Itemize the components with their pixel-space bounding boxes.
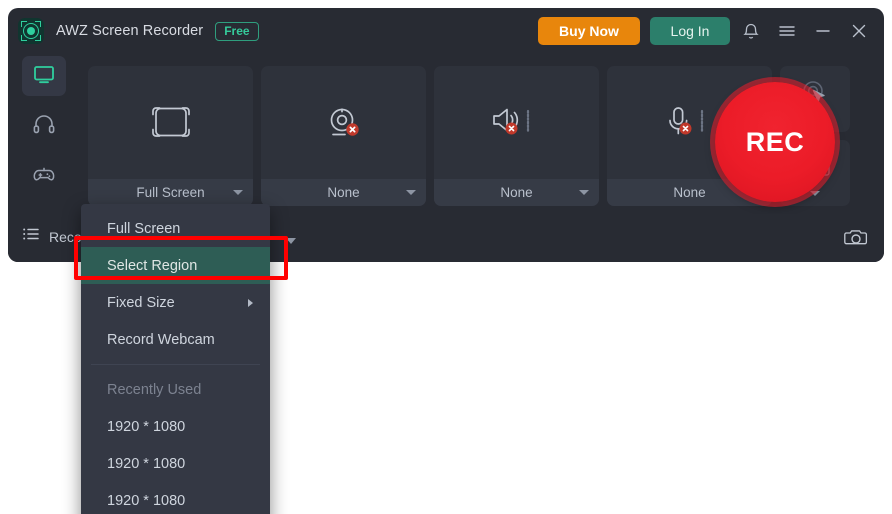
menu-item-recent-1[interactable]: 1920 * 1080	[81, 408, 270, 445]
webcam-dropdown[interactable]: None	[261, 179, 426, 206]
chevron-down-icon	[810, 191, 820, 196]
menu-item-recent-2[interactable]: 1920 * 1080	[81, 445, 270, 482]
list-icon	[22, 226, 40, 247]
app-logo-icon	[18, 18, 44, 44]
buy-now-button[interactable]: Buy Now	[538, 17, 640, 45]
screen-capture-dropdown-menu: Full Screen Select Region Fixed Size Rec…	[81, 204, 270, 514]
screenshot-root: AWZ Screen Recorder Free Buy Now Log In	[0, 0, 892, 514]
crop-frame-icon	[88, 66, 253, 179]
panel-system-sound: None	[434, 66, 599, 206]
webcam-value: None	[327, 185, 360, 200]
gamepad-icon	[31, 161, 57, 192]
minimize-icon[interactable]	[808, 16, 838, 46]
menu-divider	[91, 364, 260, 365]
menu-item-label: Select Region	[107, 257, 198, 274]
microphone-value: None	[673, 185, 706, 200]
menu-item-full-screen[interactable]: Full Screen	[81, 210, 270, 247]
record-mode-chevron-down-icon[interactable]	[286, 238, 296, 244]
menu-item-label: 1920 * 1080	[107, 418, 186, 435]
system-sound-dropdown[interactable]: None	[434, 179, 599, 206]
screen-capture-dropdown[interactable]: Full Screen	[88, 179, 253, 206]
sidebar-item-audio-recorder[interactable]	[22, 106, 66, 146]
app-title: AWZ Screen Recorder	[56, 23, 204, 39]
system-sound-value: None	[500, 185, 533, 200]
menu-item-recent-3[interactable]: 1920 * 1080	[81, 482, 270, 514]
hamburger-menu-icon[interactable]	[772, 16, 802, 46]
free-badge: Free	[215, 21, 259, 41]
bell-icon[interactable]	[736, 16, 766, 46]
headphones-icon	[31, 111, 57, 142]
screen-capture-value: Full Screen	[136, 185, 205, 200]
sidebar-item-game-recorder[interactable]	[22, 156, 66, 196]
camera-icon[interactable]	[844, 226, 870, 250]
chevron-down-icon	[233, 190, 243, 195]
menu-item-fixed-size[interactable]: Fixed Size	[81, 284, 270, 321]
menu-section-label: Recently Used	[107, 381, 202, 398]
log-in-button[interactable]: Log In	[650, 17, 730, 45]
close-icon[interactable]	[844, 16, 874, 46]
chevron-down-icon	[406, 190, 416, 195]
webcam-disabled-icon	[261, 66, 426, 179]
menu-section-recently-used: Recently Used	[81, 371, 270, 408]
menu-item-label: 1920 * 1080	[107, 455, 186, 472]
speaker-disabled-icon	[434, 66, 599, 179]
sidebar-item-screen-recorder[interactable]	[22, 56, 66, 96]
monitor-icon	[31, 61, 57, 92]
menu-item-select-region[interactable]: Select Region	[81, 247, 270, 284]
panel-screen-capture: Full Screen	[88, 66, 253, 206]
menu-item-label: Record Webcam	[107, 331, 215, 348]
menu-item-label: 1920 * 1080	[107, 492, 186, 509]
chevron-right-icon	[248, 298, 253, 307]
menu-item-label: Full Screen	[107, 220, 181, 237]
record-button[interactable]: REC	[715, 82, 835, 202]
menu-item-label: Fixed Size	[107, 294, 175, 311]
sidebar	[16, 56, 72, 204]
chevron-down-icon	[579, 190, 589, 195]
menu-item-record-webcam[interactable]: Record Webcam	[81, 321, 270, 358]
panel-webcam: None	[261, 66, 426, 206]
title-bar: AWZ Screen Recorder Free Buy Now Log In	[8, 8, 884, 54]
